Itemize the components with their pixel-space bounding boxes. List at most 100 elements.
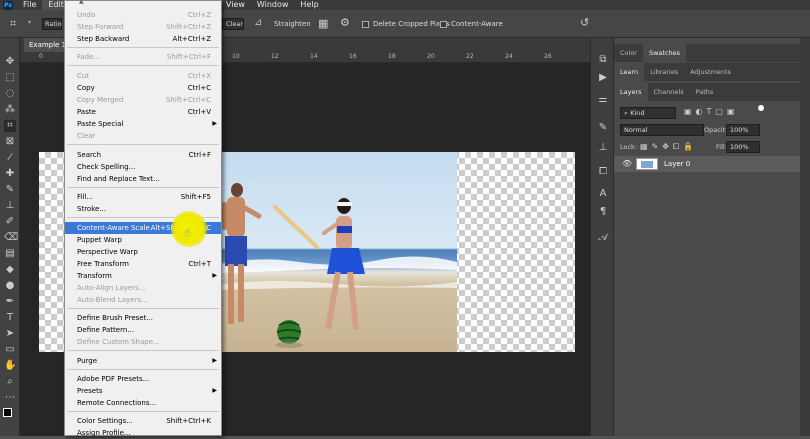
path-selection-tool-icon[interactable]: ➤ xyxy=(4,328,16,340)
menu-item-fade[interactable]: Fade... Shift+Ctrl+F xyxy=(65,51,221,63)
straighten-icon[interactable]: ⊿ xyxy=(254,17,262,28)
hand-tool-icon[interactable]: ✋ xyxy=(4,360,16,372)
menu-item-presets[interactable]: Presets ▶ xyxy=(65,385,221,397)
opacity-input[interactable]: 100% xyxy=(726,124,760,136)
ruler-label: 12 xyxy=(271,53,279,60)
menu-item-copy[interactable]: Copy Ctrl+C xyxy=(65,82,221,94)
chevron-down-icon[interactable]: ▾ xyxy=(28,19,31,26)
menu-item-clear[interactable]: Clear xyxy=(65,130,221,142)
menu-item-copy-merged[interactable]: Copy Merged Shift+Ctrl+C xyxy=(65,94,221,106)
menu-help[interactable]: Help xyxy=(294,0,324,10)
scroll-up-icon[interactable]: ▲ xyxy=(79,0,84,5)
move-tool-icon[interactable]: ✥ xyxy=(4,56,16,68)
menu-item-auto-align[interactable]: Auto-Align Layers... xyxy=(65,282,221,294)
character-panel-icon[interactable]: A xyxy=(597,188,609,200)
delete-cropped-checkbox[interactable] xyxy=(362,21,369,28)
tab-learn[interactable]: Learn xyxy=(614,63,645,81)
clear-button[interactable]: Clear xyxy=(222,18,244,30)
paragraph-panel-icon[interactable]: ¶ xyxy=(597,206,609,218)
tab-swatches[interactable]: Swatches xyxy=(642,44,687,62)
dodge-tool-icon[interactable]: ● xyxy=(4,280,16,292)
crop-tool-icon[interactable]: ⌗ xyxy=(10,17,16,31)
layer-name[interactable]: Layer 0 xyxy=(664,160,690,168)
pen-tool-icon[interactable]: ✒ xyxy=(4,296,16,308)
menu-item-check-spelling[interactable]: Check Spelling... xyxy=(65,161,221,173)
menu-item-find-replace[interactable]: Find and Replace Text... xyxy=(65,173,221,185)
reset-icon[interactable]: ↺ xyxy=(580,16,589,29)
layer-comps-icon[interactable]: ⧠ xyxy=(597,166,609,178)
tab-adjustments[interactable]: Adjustments xyxy=(684,63,737,81)
tab-channels[interactable]: Channels xyxy=(648,83,690,101)
eyedropper-tool-icon[interactable]: ⁄ xyxy=(4,152,16,164)
clone-stamp-tool-icon[interactable]: ⊥ xyxy=(4,200,16,212)
eraser-tool-icon[interactable]: ⌫ xyxy=(4,232,18,244)
lasso-tool-icon[interactable]: ◌ xyxy=(4,88,16,100)
menu-item-auto-blend[interactable]: Auto-Blend Layers... xyxy=(65,294,221,306)
menu-item-label: Color Settings... xyxy=(77,417,133,425)
brush-panel-icon[interactable]: ✎ xyxy=(597,122,609,134)
menu-window[interactable]: Window xyxy=(251,0,295,10)
menu-item-pdf-presets[interactable]: Adobe PDF Presets... xyxy=(65,373,221,385)
history-brush-tool-icon[interactable]: ✐ xyxy=(4,216,16,228)
fill-input[interactable]: 100% xyxy=(726,141,760,153)
menu-view[interactable]: View xyxy=(220,0,251,10)
brush-tool-icon[interactable]: ✎ xyxy=(4,184,16,196)
crop-tool-icon[interactable]: ⌗ xyxy=(4,120,16,132)
menu-item-cut[interactable]: Cut Ctrl+X xyxy=(65,70,221,82)
menu-item-paste[interactable]: Paste Ctrl+V xyxy=(65,106,221,118)
more-tools-icon[interactable]: ⋯ xyxy=(4,392,16,404)
gear-icon[interactable]: ⚙ xyxy=(340,16,350,29)
layer-filter-icons[interactable]: ▣◐T▢▣ xyxy=(684,107,739,116)
blend-mode-label: Normal xyxy=(624,126,648,134)
tab-layers[interactable]: Layers xyxy=(614,83,648,101)
zoom-tool-icon[interactable]: ⌕ xyxy=(4,376,16,388)
menu-item-paste-special[interactable]: Paste Special ▶ xyxy=(65,118,221,130)
lock-icons[interactable]: ▦✎✥⧠🔒 xyxy=(640,142,697,152)
menu-item-fill[interactable]: Fill... Shift+F5 xyxy=(65,191,221,203)
grid-overlay-icon[interactable]: ▦ xyxy=(318,17,328,30)
kind-filter-select[interactable]: ⌕ Kind xyxy=(620,107,676,119)
eye-icon[interactable]: 👁 xyxy=(622,159,632,168)
menu-item-label: Content-Aware Scale xyxy=(77,224,150,232)
tab-color[interactable]: Color xyxy=(614,44,643,62)
rectangle-tool-icon[interactable]: ▭ xyxy=(4,344,16,356)
submenu-arrow-icon: ▶ xyxy=(212,272,217,279)
blur-tool-icon[interactable]: ◆ xyxy=(4,264,16,276)
play-action-icon[interactable]: ▶ xyxy=(597,72,609,84)
layer-row[interactable]: 👁 Layer 0 xyxy=(614,156,810,172)
ratio-select[interactable]: Ratio xyxy=(42,18,62,30)
history-panel-icon[interactable]: ⧉ xyxy=(597,54,609,66)
menu-item-assign-profile[interactable]: Assign Profile... xyxy=(65,427,221,439)
menu-item-define-shape[interactable]: Define Custom Shape... xyxy=(65,336,221,348)
foreground-color-swatch[interactable] xyxy=(3,408,12,417)
blend-mode-select[interactable]: Normal xyxy=(620,124,704,136)
tab-paths[interactable]: Paths xyxy=(690,83,720,101)
properties-panel-icon[interactable]: ⚌ xyxy=(597,94,609,106)
menu-item-color-settings[interactable]: Color Settings... Shift+Ctrl+K xyxy=(65,415,221,427)
menu-item-step-forward[interactable]: Step Forward Shift+Ctrl+Z xyxy=(65,21,221,33)
menu-item-search[interactable]: Search Ctrl+F xyxy=(65,149,221,161)
menu-item-transform[interactable]: Transform ▶ xyxy=(65,270,221,282)
menu-item-step-backward[interactable]: Step Backward Alt+Ctrl+Z xyxy=(65,33,221,45)
tab-libraries[interactable]: Libraries xyxy=(644,63,684,81)
menu-item-define-brush[interactable]: Define Brush Preset... xyxy=(65,312,221,324)
content-aware-checkbox[interactable] xyxy=(440,21,447,28)
menu-item-define-pattern[interactable]: Define Pattern... xyxy=(65,324,221,336)
menu-item-free-transform[interactable]: Free Transform Ctrl+T xyxy=(65,258,221,270)
menu-item-undo[interactable]: Undo Ctrl+Z xyxy=(65,9,221,21)
filter-toggle-icon[interactable] xyxy=(758,105,764,111)
panel-scrollbar[interactable] xyxy=(800,38,810,436)
magic-wand-tool-icon[interactable]: ⁂ xyxy=(4,104,16,116)
type-tool-icon[interactable]: T xyxy=(4,312,16,324)
frame-tool-icon[interactable]: ⊠ xyxy=(4,136,16,148)
gradient-tool-icon[interactable]: ▤ xyxy=(4,248,16,260)
marquee-tool-icon[interactable]: ⬚ xyxy=(4,72,16,84)
menu-item-purge[interactable]: Purge ▶ xyxy=(65,355,221,367)
straighten-label[interactable]: Straighten xyxy=(274,20,311,28)
menu-item-perspective-warp[interactable]: Perspective Warp xyxy=(65,246,221,258)
menu-item-remote-connections[interactable]: Remote Connections... xyxy=(65,397,221,409)
clone-source-icon[interactable]: ⊥ xyxy=(597,142,609,154)
menu-file[interactable]: File xyxy=(17,0,42,10)
glyphs-panel-icon[interactable]: 𝒜 xyxy=(597,232,609,244)
healing-brush-tool-icon[interactable]: ✚ xyxy=(4,168,16,180)
